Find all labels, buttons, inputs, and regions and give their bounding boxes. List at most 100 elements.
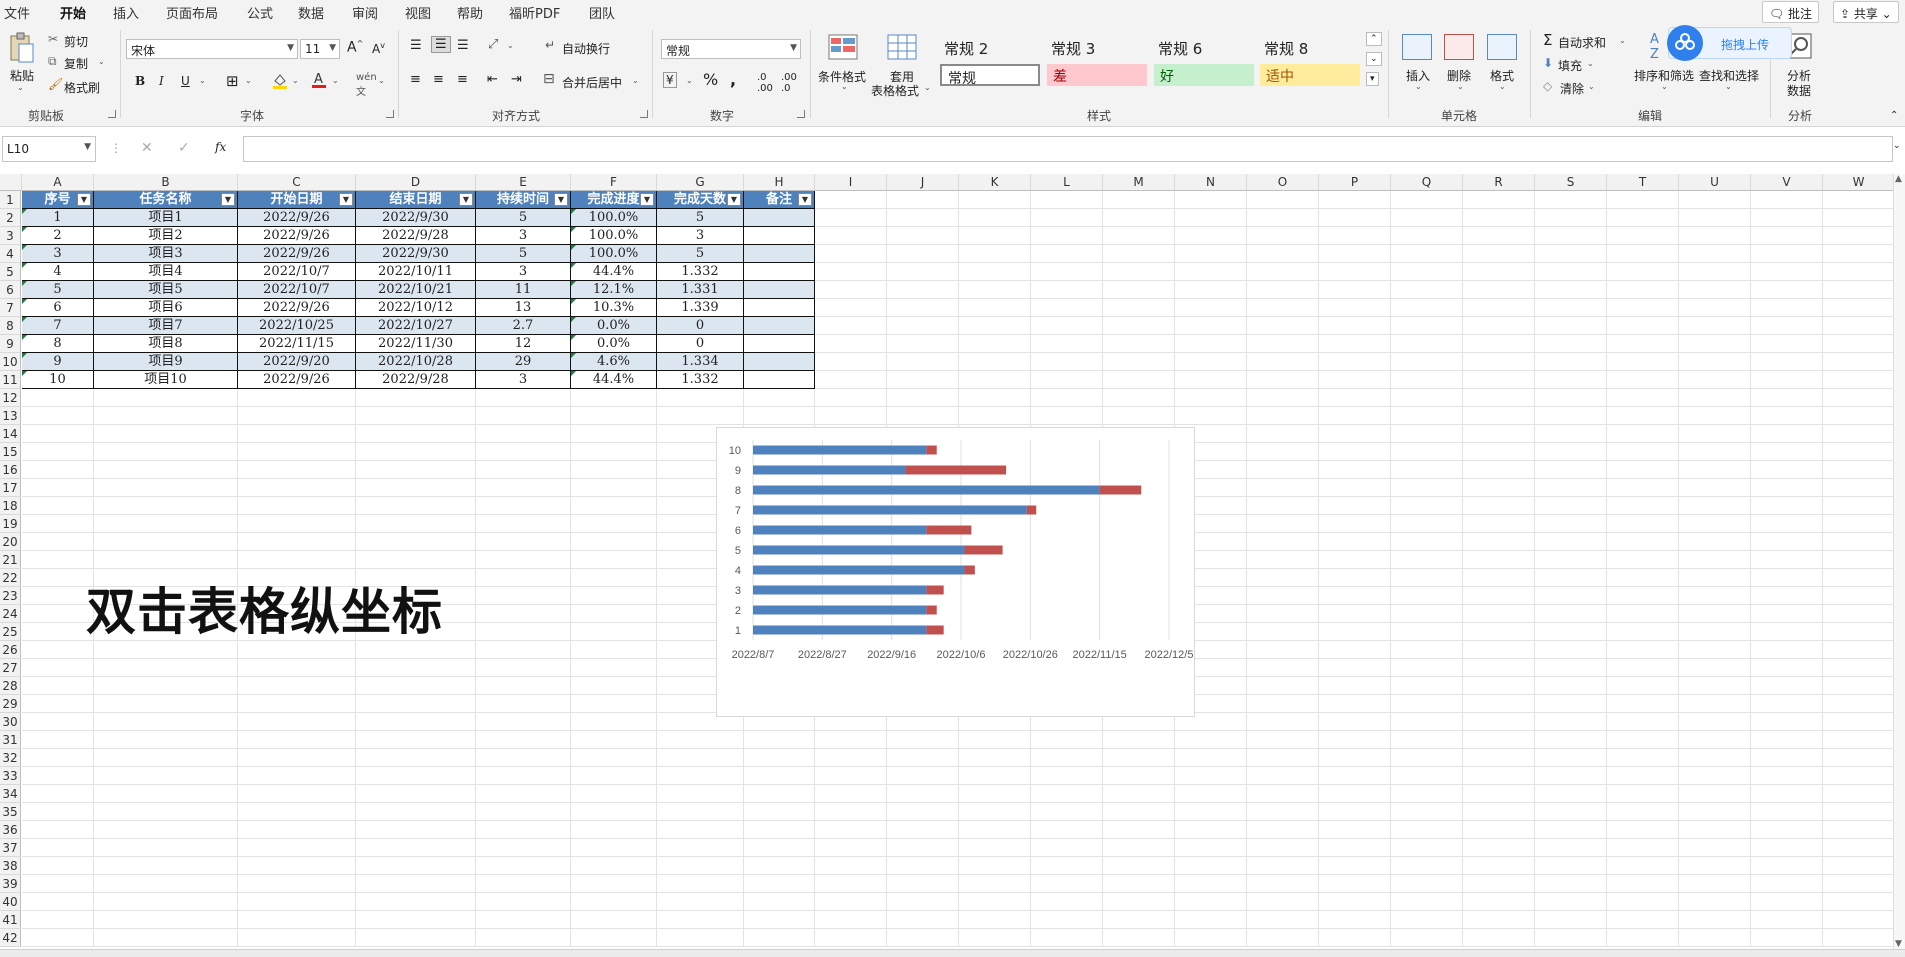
tab-1[interactable]: 开始 (60, 3, 87, 27)
merge-dropdown-icon[interactable]: ⌄ (632, 76, 639, 85)
font-color-icon[interactable]: A (311, 70, 327, 90)
row-header-31[interactable]: 31 (0, 731, 21, 749)
increase-indent-icon[interactable]: ⇥ (511, 72, 522, 87)
table-cell[interactable]: 2022/10/7 (238, 281, 356, 299)
column-header-A[interactable]: A (22, 174, 94, 191)
row-header-6[interactable]: 6 (0, 281, 21, 299)
row-header-34[interactable]: 34 (0, 785, 21, 803)
table-cell[interactable]: 2022/9/30 (356, 245, 476, 263)
clear-dropdown-icon[interactable]: ⌄ (1588, 82, 1595, 91)
table-cell[interactable]: 3 (476, 227, 571, 245)
italic-button[interactable]: I (159, 74, 164, 88)
table-cell[interactable]: 2022/11/30 (356, 335, 476, 353)
table-cell[interactable]: 0 (657, 317, 744, 335)
number-launcher-icon[interactable] (797, 110, 805, 118)
filter-dropdown-icon[interactable]: ▼ (640, 193, 654, 206)
table-cell[interactable]: 2022/9/28 (356, 227, 476, 245)
row-header-5[interactable]: 5 (0, 263, 21, 281)
table-format-dropdown-icon[interactable]: ⌄ (924, 83, 931, 92)
style-normal-2[interactable]: 常规 2 (944, 38, 988, 59)
filter-dropdown-icon[interactable]: ▼ (339, 193, 353, 206)
insert-cells-icon[interactable] (1402, 34, 1432, 60)
conditional-format-dropdown-icon[interactable]: ⌄ (841, 82, 848, 91)
table-cell[interactable]: 项目6 (94, 299, 238, 317)
format-dropdown-icon[interactable]: ⌄ (1499, 82, 1506, 91)
styles-more-icon[interactable]: ▾ (1366, 72, 1379, 86)
row-header-33[interactable]: 33 (0, 767, 21, 785)
style-normal-3[interactable]: 常规 3 (1051, 38, 1095, 59)
align-top-icon[interactable]: ☰ (410, 38, 422, 53)
name-box-dropdown-icon[interactable]: ▼ (84, 142, 91, 152)
row-header-25[interactable]: 25 (0, 623, 21, 641)
filter-dropdown-icon[interactable]: ▼ (77, 193, 91, 206)
autosum-button[interactable]: 自动求和 (1558, 34, 1606, 51)
column-header-R[interactable]: R (1463, 174, 1535, 191)
column-header-B[interactable]: B (94, 174, 238, 191)
fill-color-dropdown-icon[interactable]: ⌄ (292, 76, 299, 85)
name-box[interactable]: L10 ▼ (2, 136, 96, 162)
vertical-scrollbar[interactable]: ▲ ▼ (1893, 174, 1905, 949)
underline-button[interactable]: U (181, 74, 190, 88)
row-header-16[interactable]: 16 (0, 461, 21, 479)
tab-9[interactable]: 福昕PDF (509, 3, 560, 22)
tab-3[interactable]: 页面布局 (166, 3, 218, 22)
phonetic-dropdown-icon[interactable]: ⌄ (378, 76, 385, 85)
row-header-13[interactable]: 13 (0, 407, 21, 425)
table-cell[interactable]: 2 (22, 227, 94, 245)
table-format-icon[interactable] (887, 34, 917, 60)
row-header-36[interactable]: 36 (0, 821, 21, 839)
decrease-indent-icon[interactable]: ⇤ (487, 72, 498, 87)
paste-icon[interactable] (8, 32, 34, 64)
table-cell[interactable] (744, 227, 815, 245)
align-middle-icon[interactable]: ☰ (431, 36, 451, 53)
table-header-cell[interactable]: 任务名称 ▼ (94, 191, 238, 209)
table-cell[interactable]: 2022/10/11 (356, 263, 476, 281)
table-cell[interactable]: 2022/9/26 (238, 209, 356, 227)
style-normal[interactable]: 常规 (940, 64, 1040, 87)
column-header-M[interactable]: M (1103, 174, 1175, 191)
decrease-font-icon[interactable]: Av (372, 41, 385, 56)
table-cell[interactable]: 项目2 (94, 227, 238, 245)
scroll-down-icon[interactable]: ▼ (1895, 939, 1902, 949)
table-format-button-line2[interactable]: 表格格式 (871, 82, 919, 99)
table-cell[interactable]: 1.339 (657, 299, 744, 317)
analyze-data-button-line2[interactable]: 数据 (1787, 82, 1811, 99)
filter-dropdown-icon[interactable]: ▼ (798, 193, 812, 206)
table-cell[interactable]: 100.0% (571, 245, 657, 263)
table-cell[interactable]: 3 (22, 245, 94, 263)
table-cell[interactable]: 6 (22, 299, 94, 317)
table-header-cell[interactable]: 完成进度 ▼ (571, 191, 657, 209)
table-cell[interactable]: 3 (657, 227, 744, 245)
tab-10[interactable]: 团队 (589, 3, 615, 22)
table-cell[interactable]: 2022/10/12 (356, 299, 476, 317)
table-cell[interactable]: 3 (476, 371, 571, 389)
row-header-14[interactable]: 14 (0, 425, 21, 443)
tab-0[interactable]: 文件 (4, 3, 30, 22)
comment-button[interactable]: 🗨 批注 (1762, 1, 1820, 23)
tab-8[interactable]: 帮助 (457, 3, 483, 22)
row-header-20[interactable]: 20 (0, 533, 21, 551)
worksheet[interactable]: ABCDEFGHIJKLMNOPQRSTUVW 1 2 3 4 5 6 7 8 9 10 11 12 1… (0, 174, 1905, 949)
sort-filter-dropdown-icon[interactable]: ⌄ (1661, 82, 1668, 91)
style-normal-8[interactable]: 常规 8 (1264, 38, 1308, 59)
table-cell[interactable]: 9 (22, 353, 94, 371)
table-cell[interactable]: 7 (22, 317, 94, 335)
table-cell[interactable]: 项目9 (94, 353, 238, 371)
table-cell[interactable]: 0.0% (571, 335, 657, 353)
insert-function-icon[interactable]: fx (215, 140, 226, 154)
table-cell[interactable]: 项目3 (94, 245, 238, 263)
copy-dropdown-icon[interactable]: ⌄ (98, 57, 105, 66)
orientation-dropdown-icon[interactable]: ⌄ (507, 41, 514, 50)
insert-dropdown-icon[interactable]: ⌄ (1415, 82, 1422, 91)
table-cell[interactable]: 2022/10/7 (238, 263, 356, 281)
column-header-N[interactable]: N (1175, 174, 1247, 191)
style-neutral[interactable]: 适中 (1260, 64, 1360, 86)
clear-button[interactable]: 清除 (1560, 80, 1584, 97)
accounting-dropdown-icon[interactable]: ⌄ (686, 76, 693, 85)
table-cell[interactable]: 2022/11/15 (238, 335, 356, 353)
decrease-decimal-icon[interactable]: .00.0 (781, 72, 797, 94)
cut-button[interactable]: 剪切 (64, 33, 88, 50)
upload-popup[interactable]: 拖拽上传 (1667, 25, 1792, 61)
row-header-15[interactable]: 15 (0, 443, 21, 461)
row-header-4[interactable]: 4 (0, 245, 21, 263)
